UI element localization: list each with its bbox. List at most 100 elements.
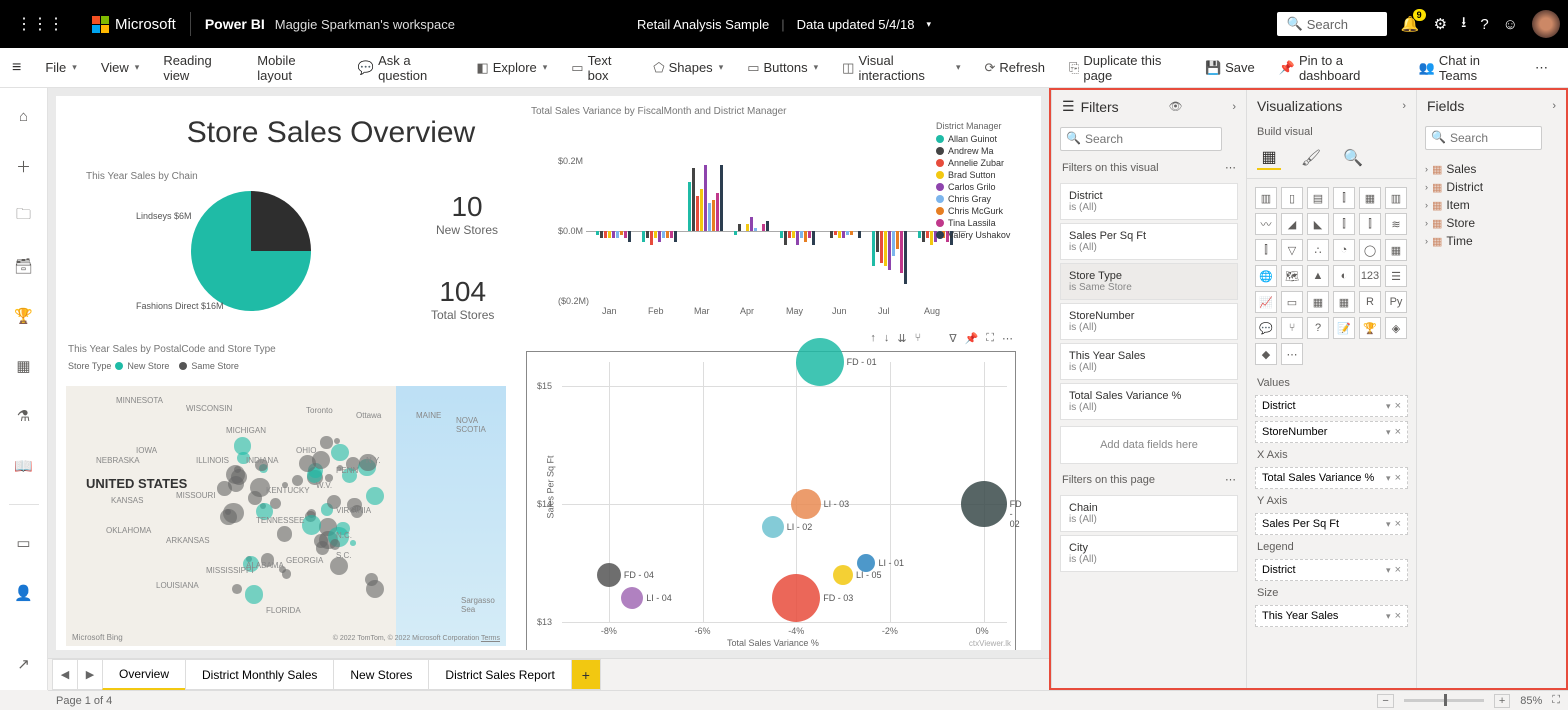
nav-datahub-icon[interactable]: 🗃 xyxy=(8,250,40,282)
viz-gauge[interactable]: ◐ xyxy=(1333,265,1355,287)
filters-visual-more[interactable]: ⋯ xyxy=(1225,161,1236,174)
product-name[interactable]: Power BI xyxy=(205,16,265,32)
viz-stacked-area[interactable]: ◣ xyxy=(1307,213,1329,235)
nav-myworkspace-icon[interactable]: 👤 xyxy=(8,577,40,609)
legend-item[interactable]: Andrew Ma xyxy=(936,146,1010,156)
menu-toggle-icon[interactable]: ≡ xyxy=(12,59,21,77)
duplicate-page-button[interactable]: ⎘Duplicate this page xyxy=(1061,49,1189,87)
visual-interactions-menu[interactable]: ◫Visual interactions▾ xyxy=(834,49,968,87)
legend-item[interactable]: Tina Lassila xyxy=(936,218,1010,228)
viz-matrix[interactable]: ▦ xyxy=(1333,291,1355,313)
shapes-menu[interactable]: ⬠Shapes▾ xyxy=(645,56,731,80)
drill-down-icon[interactable]: ↓ xyxy=(884,332,890,345)
reading-view-button[interactable]: Reading view xyxy=(155,49,241,87)
viz-goals[interactable]: 🏆 xyxy=(1359,317,1381,339)
viz-narrative[interactable]: 📝 xyxy=(1333,317,1355,339)
zoom-in-button[interactable]: + xyxy=(1494,694,1510,708)
kpi-new-stores[interactable]: 10 New Stores xyxy=(436,191,498,237)
viz-card[interactable]: 123 xyxy=(1359,265,1381,287)
refresh-button[interactable]: ⟳Refresh xyxy=(977,56,1053,80)
viz-pie[interactable]: ◔ xyxy=(1333,239,1355,261)
filters-search-input[interactable] xyxy=(1060,127,1222,151)
pin-dashboard-button[interactable]: 📌Pin to a dashboard xyxy=(1271,49,1403,87)
file-menu[interactable]: File▾ xyxy=(37,56,84,79)
viz-ribbon[interactable]: ≋ xyxy=(1385,213,1407,235)
filters-page-more[interactable]: ⋯ xyxy=(1225,473,1236,486)
field-table[interactable]: ›▦Store xyxy=(1425,214,1558,232)
tab-district-monthly[interactable]: District Monthly Sales xyxy=(185,659,334,690)
legend-item[interactable]: Carlos Grilo xyxy=(936,182,1010,192)
filter-card[interactable]: Cityis (All) xyxy=(1060,535,1238,572)
nav-expand-icon[interactable]: ↗ xyxy=(8,648,40,680)
remove-icon[interactable]: × xyxy=(1395,426,1401,438)
legend-item[interactable]: Chris Gray xyxy=(936,194,1010,204)
textbox-button[interactable]: ▭Text box xyxy=(563,49,637,87)
buttons-menu[interactable]: ▭Buttons▾ xyxy=(739,56,826,80)
filter-card[interactable]: Chainis (All) xyxy=(1060,495,1238,532)
filter-icon[interactable]: ∇ xyxy=(949,332,956,345)
pie-chart[interactable] xyxy=(191,191,311,311)
well-xaxis-item[interactable]: Total Sales Variance %▾× xyxy=(1255,467,1408,489)
filters-view-icon[interactable]: 👁 xyxy=(1169,100,1183,113)
field-table[interactable]: ›▦Item xyxy=(1425,196,1558,214)
nav-browse-icon[interactable]: 🗀 xyxy=(8,200,40,232)
viz-100-column[interactable]: ▥ xyxy=(1385,187,1407,209)
viz-funnel[interactable]: ▽ xyxy=(1281,239,1303,261)
viz-clustered-column[interactable]: ⫿ xyxy=(1333,187,1355,209)
download-icon[interactable]: ⭳ xyxy=(1461,12,1466,37)
tab-new-stores[interactable]: New Stores xyxy=(333,659,429,690)
scatter-point[interactable] xyxy=(772,574,820,622)
global-search[interactable]: 🔍 Search xyxy=(1277,12,1387,36)
scatter-point[interactable] xyxy=(621,587,643,609)
scatter-visual[interactable]: ↑ ↓ ⇊ ⑂ ∇ 📌 ⛶ ⋯ ctxViewer.lk Total Sales… xyxy=(526,351,1016,650)
scatter-point[interactable] xyxy=(961,481,1007,527)
remove-icon[interactable]: × xyxy=(1395,518,1401,530)
field-table[interactable]: ›▦Time xyxy=(1425,232,1558,250)
drill-icon[interactable]: ⑂ xyxy=(915,332,922,345)
viz-treemap[interactable]: ▦ xyxy=(1385,239,1407,261)
viz-azure-map[interactable]: ▲ xyxy=(1307,265,1329,287)
zoom-slider[interactable] xyxy=(1404,699,1484,702)
viz-r[interactable]: R xyxy=(1359,291,1381,313)
nav-deployment-icon[interactable]: ⚗ xyxy=(8,400,40,432)
add-filter-placeholder[interactable]: Add data fields here xyxy=(1060,426,1238,464)
pin-visual-icon[interactable]: 📌 xyxy=(965,332,979,345)
nav-home-icon[interactable]: ⌂ xyxy=(8,100,40,132)
field-table[interactable]: ›▦Sales xyxy=(1425,160,1558,178)
workspace-name[interactable]: Maggie Sparkman's workspace xyxy=(275,17,455,32)
viz-line-column[interactable]: ⫿ xyxy=(1333,213,1355,235)
viz-line-clustered[interactable]: ⫿ xyxy=(1359,213,1381,235)
filters-collapse-icon[interactable]: › xyxy=(1232,101,1236,113)
report-canvas[interactable]: Store Sales Overview This Year Sales by … xyxy=(56,96,1041,650)
fit-page-icon[interactable]: ⛶ xyxy=(1552,694,1560,707)
filter-card[interactable]: Total Sales Variance %is (All) xyxy=(1060,383,1238,420)
well-size-item[interactable]: This Year Sales▾× xyxy=(1255,605,1408,627)
viz-waterfall[interactable]: ⫿ xyxy=(1255,239,1277,261)
remove-icon[interactable]: × xyxy=(1395,610,1401,622)
well-values-storenumber[interactable]: StoreNumber▾× xyxy=(1255,421,1408,443)
nav-apps-icon[interactable]: ▦ xyxy=(8,350,40,382)
analytics-tab[interactable]: 🔍 xyxy=(1341,146,1365,170)
viz-100-bar[interactable]: ▦ xyxy=(1359,187,1381,209)
filter-card[interactable]: This Year Salesis (All) xyxy=(1060,343,1238,380)
viz-stacked-bar[interactable]: ▥ xyxy=(1255,187,1277,209)
viz-map[interactable]: 🌐 xyxy=(1255,265,1277,287)
viz-collapse-icon[interactable]: › xyxy=(1402,100,1406,112)
viz-slicer[interactable]: ▭ xyxy=(1281,291,1303,313)
filter-card[interactable]: Districtis (All) xyxy=(1060,183,1238,220)
remove-icon[interactable]: × xyxy=(1395,400,1401,412)
viz-qa[interactable]: ? xyxy=(1307,317,1329,339)
viz-paginated[interactable]: ◈ xyxy=(1385,317,1407,339)
view-menu[interactable]: View▾ xyxy=(93,56,147,79)
explore-menu[interactable]: ◧Explore▾ xyxy=(468,56,555,80)
fields-collapse-icon[interactable]: › xyxy=(1552,100,1556,112)
viz-line[interactable]: 〰 xyxy=(1255,213,1277,235)
filter-card[interactable]: Store Typeis Same Store xyxy=(1060,263,1238,300)
ask-question-button[interactable]: 💬Ask a question xyxy=(350,49,461,87)
well-legend-item[interactable]: District▾× xyxy=(1255,559,1408,581)
data-updated[interactable]: Data updated 5/4/18 xyxy=(797,17,915,32)
viz-powerapps[interactable]: ◆ xyxy=(1255,343,1277,365)
map-visual[interactable]: UNITED STATES Microsoft Bing © 2022 TomT… xyxy=(66,386,506,646)
settings-icon[interactable]: ⚙ xyxy=(1434,15,1447,33)
tab-prev-button[interactable]: ◀ xyxy=(52,659,78,690)
